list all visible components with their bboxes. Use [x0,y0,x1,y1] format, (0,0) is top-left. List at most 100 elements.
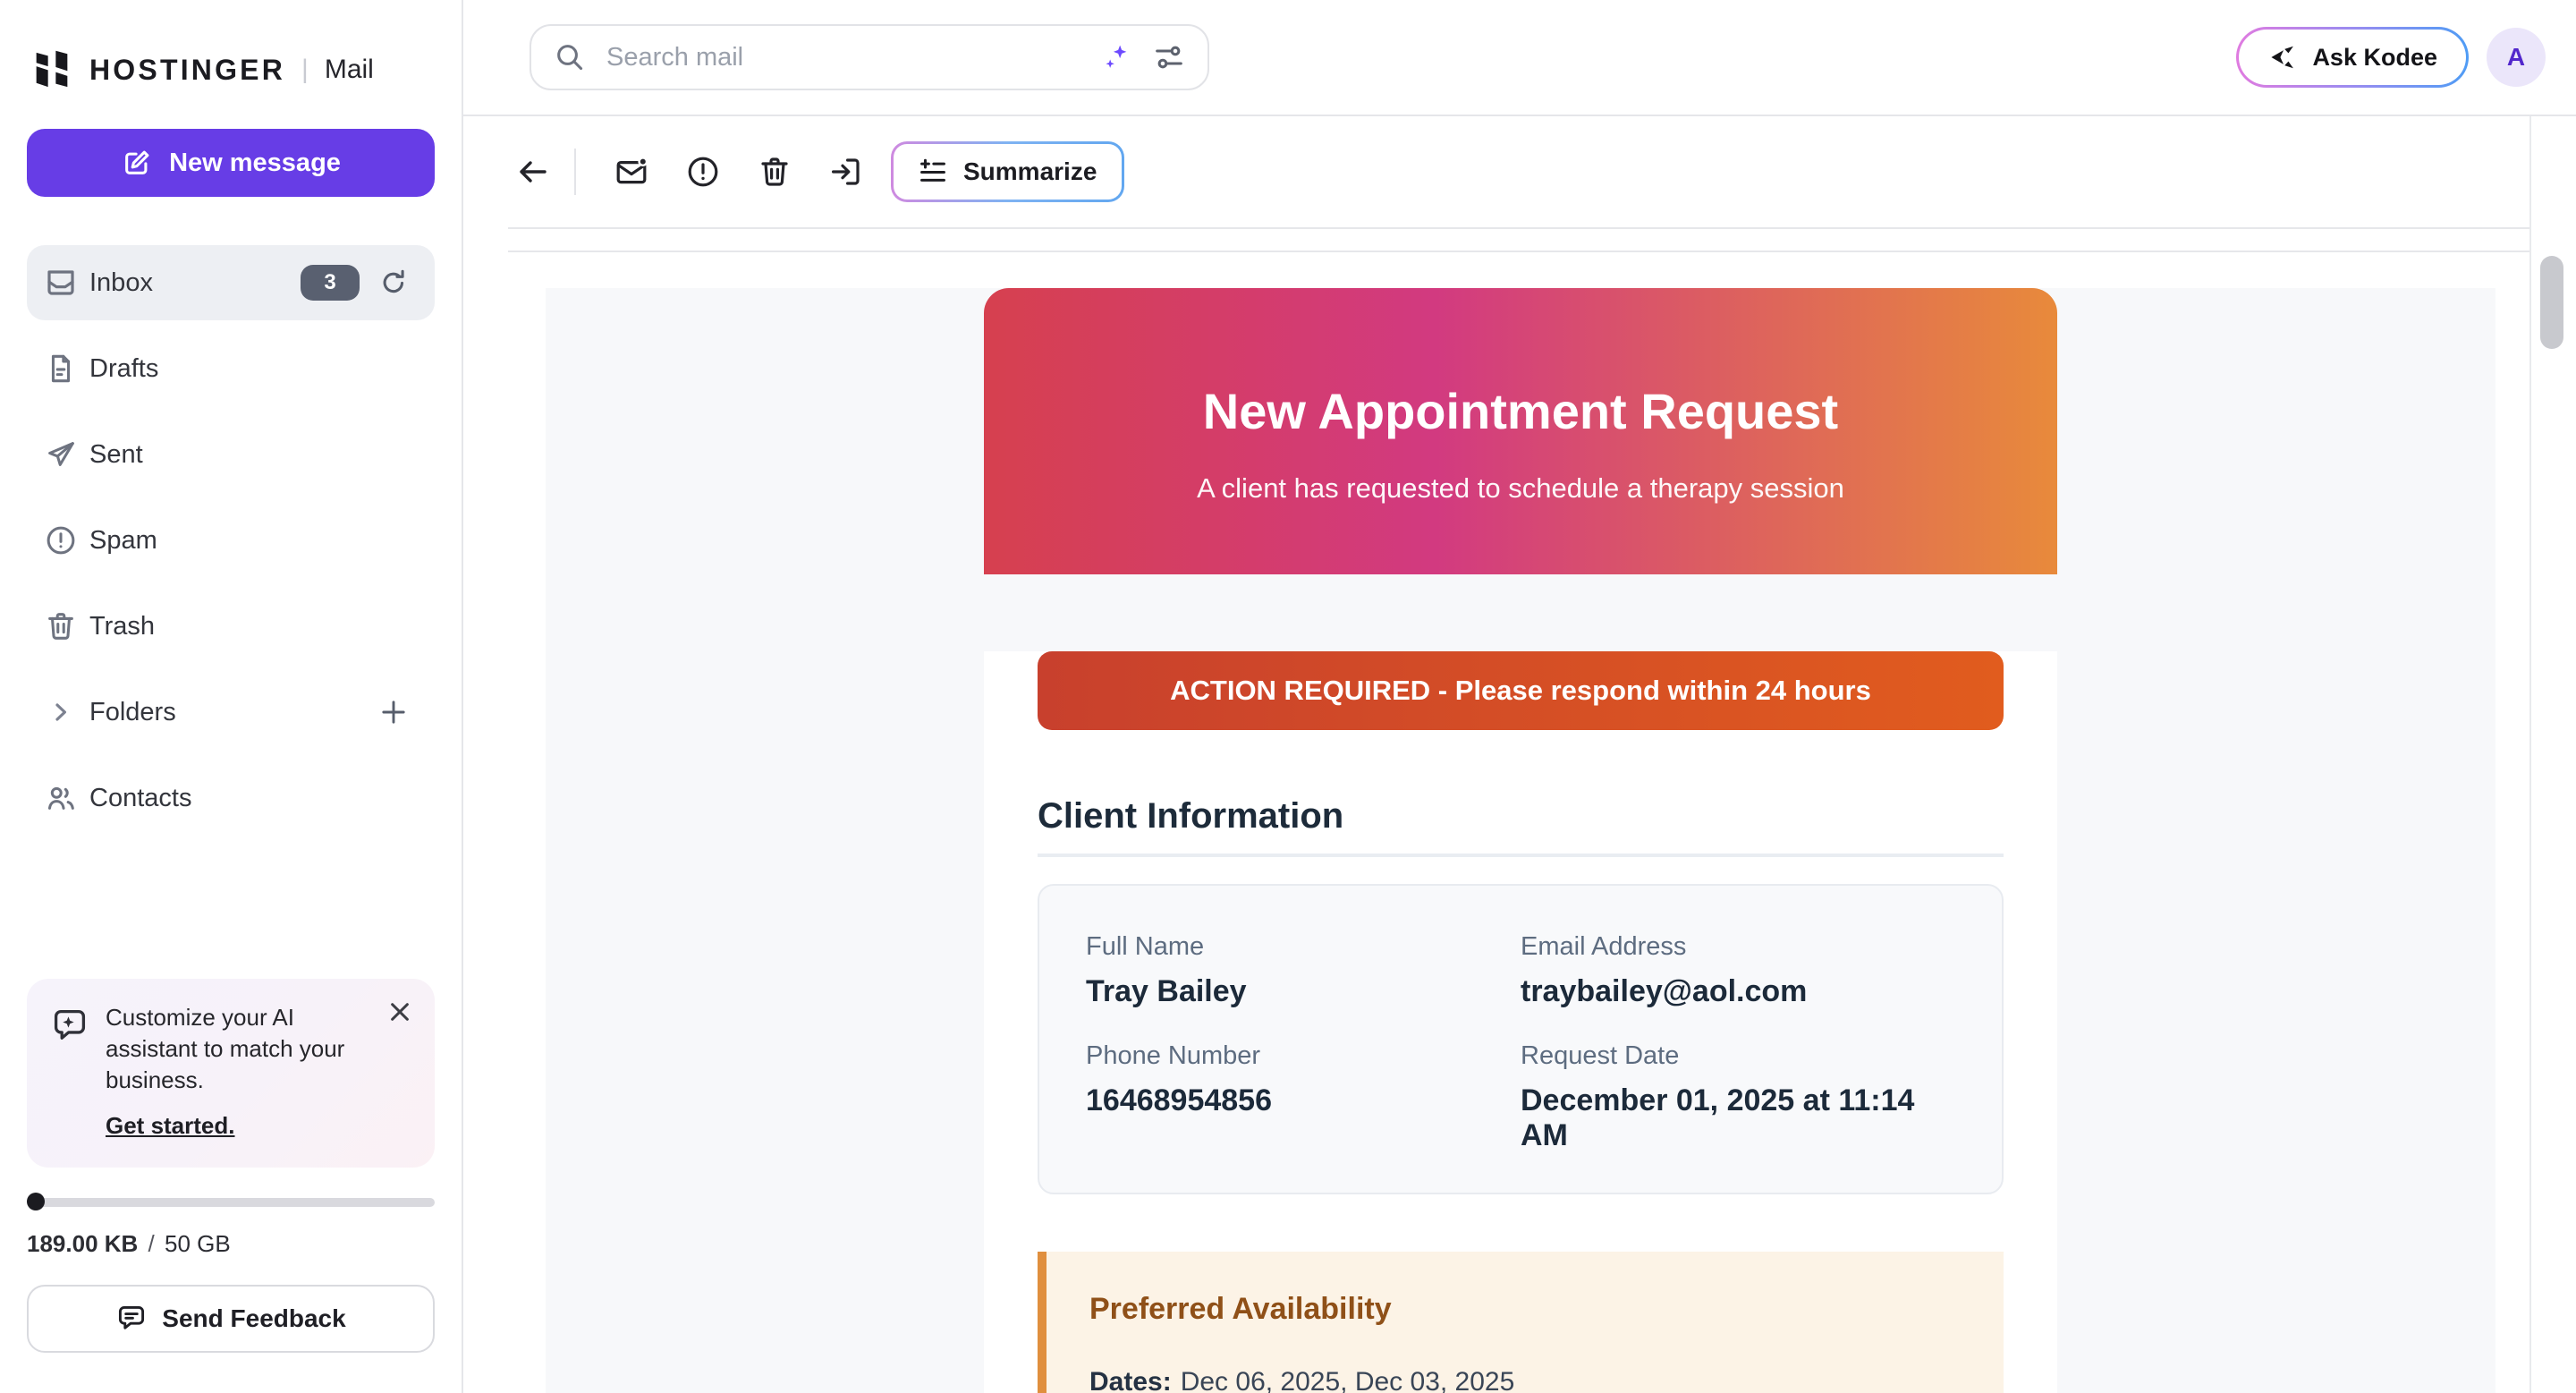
sidebar-item-sent[interactable]: Sent [27,417,435,492]
field-phone-number: Phone Number 16468954856 [1086,1041,1521,1153]
search-box[interactable] [530,24,1209,90]
brand: HOSTINGER | Mail [29,47,462,93]
close-icon[interactable] [388,1000,411,1024]
message-column: Summarize New Appointment Request A clie… [508,116,2531,1393]
alert-circle-icon [43,522,79,558]
send-feedback-label: Send Feedback [162,1304,345,1333]
field-label: Email Address [1521,932,1955,962]
mail-view-region: Summarize New Appointment Request A clie… [463,116,2576,1393]
storage-used: 189.00 KB [27,1230,138,1257]
ai-promo-card: Customize your AI assistant to match you… [27,979,435,1168]
feedback-bubble-icon [115,1303,148,1335]
summarize-icon [919,157,947,186]
sidebar-item-label: Folders [89,698,176,727]
email-subtitle: A client has requested to schedule a the… [1197,472,1844,505]
field-email-address: Email Address traybailey@aol.com [1521,932,1955,1009]
summarize-button[interactable]: Summarize [891,141,1124,202]
ai-sparkles-icon[interactable] [1100,41,1132,73]
availability-heading: Preferred Availability [1089,1289,1961,1329]
sidebar-item-label: Contacts [89,784,191,813]
field-value: Tray Bailey [1086,974,1521,1009]
email-card: New Appointment Request A client has req… [984,288,2057,1393]
storage-text: 189.00 KB / 50 GB [27,1230,435,1258]
ai-promo-text: Customize your AI assistant to match you… [106,1002,374,1096]
section-divider [1038,854,2004,857]
new-message-label: New message [169,149,341,178]
top-header: Ask Kodee A [463,0,2576,116]
summarize-label: Summarize [963,157,1097,186]
document-icon [43,351,79,386]
compose-icon [121,147,153,179]
sidebar-item-contacts[interactable]: Contacts [27,760,435,836]
scrollbar-track[interactable] [2529,116,2576,1393]
mark-spam-button[interactable] [667,136,739,208]
sidebar: HOSTINGER | Mail New message [0,0,463,1393]
sidebar-item-spam[interactable]: Spam [27,503,435,578]
back-button[interactable] [512,140,555,204]
delete-button[interactable] [739,136,810,208]
ask-kodee-label: Ask Kodee [2312,44,2437,72]
search-filters-icon[interactable] [1152,40,1186,74]
storage-track [32,1198,435,1207]
contacts-icon [43,780,79,816]
email-body: ACTION REQUIRED - Please respond within … [984,651,2057,1393]
toolbar-divider [574,149,576,195]
email-title: New Appointment Request [1203,381,1838,442]
refresh-icon[interactable] [376,265,411,301]
sidebar-item-label: Trash [89,612,155,641]
message-toolbar: Summarize [508,116,2531,229]
add-folder-plus-icon[interactable] [376,694,411,730]
hostinger-logo-icon [29,47,75,93]
sidebar-item-trash[interactable]: Trash [27,589,435,664]
dates-label: Dates: [1089,1367,1172,1393]
storage-total: 50 GB [165,1230,231,1257]
brand-product: Mail [325,55,374,85]
move-to-folder-button[interactable] [810,136,882,208]
field-request-date: Request Date December 01, 2025 at 11:14 … [1521,1041,1955,1153]
get-started-link[interactable]: Get started. [106,1112,235,1140]
scrollbar-thumb[interactable] [2540,256,2563,349]
sidebar-item-label: Sent [89,440,143,470]
send-icon [43,437,79,472]
field-value: traybailey@aol.com [1521,974,1955,1009]
client-information-heading: Client Information [1038,793,2004,839]
sidebar-item-inbox[interactable]: Inbox 3 [27,245,435,320]
search-icon [553,40,587,74]
trash-icon [43,608,79,644]
inbox-icon [43,265,79,301]
chevron-right-icon [48,700,73,725]
inbox-unread-badge: 3 [301,265,360,301]
send-feedback-button[interactable]: Send Feedback [27,1285,435,1353]
sidebar-item-label: Drafts [89,354,158,384]
search-input[interactable] [603,41,1084,74]
sparkle-chat-icon [50,1006,89,1045]
action-required-banner: ACTION REQUIRED - Please respond within … [1038,651,2004,730]
client-info-box: Full Name Tray Bailey Email Address tray… [1038,884,2004,1194]
mark-unread-button[interactable] [596,136,667,208]
sidebar-item-drafts[interactable]: Drafts [27,331,435,406]
brand-name: HOSTINGER [89,54,285,87]
main-region: Ask Kodee A [463,0,2576,1393]
avatar-initial: A [2507,43,2525,72]
dates-value: Dec 06, 2025, Dec 03, 2025 [1181,1367,1515,1393]
field-full-name: Full Name Tray Bailey [1086,932,1521,1009]
left-gutter [463,116,510,1393]
field-label: Request Date [1521,1041,1955,1071]
field-label: Phone Number [1086,1041,1521,1071]
email-hero: New Appointment Request A client has req… [984,288,2057,574]
email-frame-border [508,251,2531,252]
field-label: Full Name [1086,932,1521,962]
avatar[interactable]: A [2487,28,2546,87]
sidebar-item-folders[interactable]: Folders [27,675,435,750]
storage-progressbar [27,1193,435,1210]
availability-dates: Dates: Dec 06, 2025, Dec 03, 2025 [1089,1364,1961,1393]
field-value: 16468954856 [1086,1083,1521,1118]
storage-used-indicator [27,1193,45,1210]
field-value: December 01, 2025 at 11:14 AM [1521,1083,1955,1153]
ask-kodee-button[interactable]: Ask Kodee [2236,27,2469,88]
new-message-button[interactable]: New message [27,129,435,197]
sidebar-item-label: Inbox [89,268,153,298]
hostinger-mail-app: HOSTINGER | Mail New message [0,0,2576,1393]
preferred-availability-box: Preferred Availability Dates: Dec 06, 202… [1038,1252,2004,1393]
sidebar-item-label: Spam [89,526,157,556]
